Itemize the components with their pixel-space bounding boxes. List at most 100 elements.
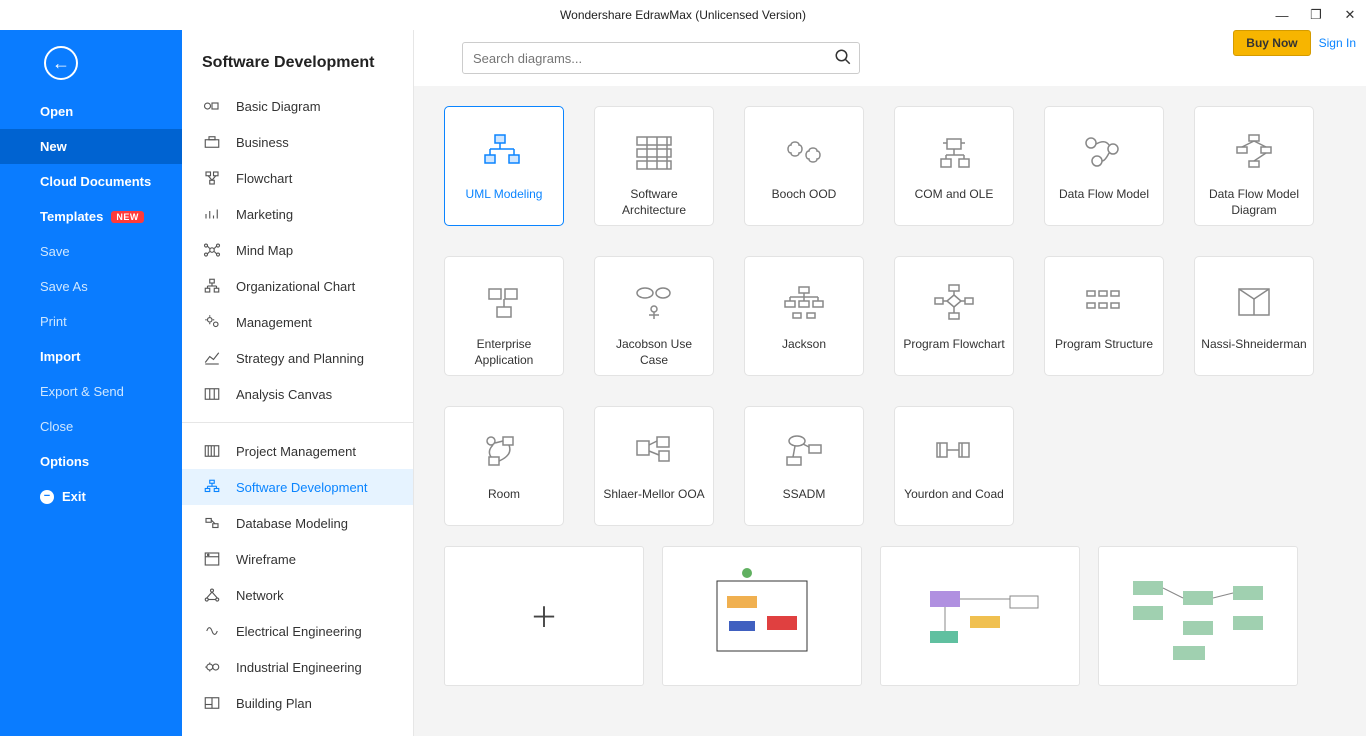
category-item-label: Mind Map: [236, 243, 293, 258]
template-card-enterprise-application[interactable]: Enterprise Application: [444, 256, 564, 376]
template-card-software-architecture[interactable]: Software Architecture: [594, 106, 714, 226]
template-card-data-flow-model-diagram[interactable]: Data Flow Model Diagram: [1194, 106, 1314, 226]
nav-item-options[interactable]: Options: [0, 444, 182, 479]
category-item-electrical-engineering[interactable]: Electrical Engineering: [182, 613, 413, 649]
template-card-uml-modeling[interactable]: UML Modeling: [444, 106, 564, 226]
category-panel: Software Development Basic Diagram Busine…: [182, 30, 414, 736]
category-item-database-modeling[interactable]: Database Modeling: [182, 505, 413, 541]
category-item-label: Project Management: [236, 444, 356, 459]
category-item-label: Strategy and Planning: [236, 351, 364, 366]
template-card-label: Room: [482, 487, 526, 503]
pstruct-icon: [1079, 277, 1129, 327]
com-icon: [929, 127, 979, 177]
category-item-wireframe[interactable]: Wireframe: [182, 541, 413, 577]
search-input[interactable]: [462, 42, 860, 74]
business-icon: [202, 132, 222, 152]
category-item-label: Industrial Engineering: [236, 660, 362, 675]
category-item-management[interactable]: Management: [182, 304, 413, 340]
new-badge: NEW: [111, 211, 144, 223]
category-item-analysis-canvas[interactable]: Analysis Canvas: [182, 376, 413, 412]
category-item-label: Basic Diagram: [236, 99, 321, 114]
template-card-shlaer-mellor-ooa[interactable]: Shlaer-Mellor OOA: [594, 406, 714, 526]
template-card-label: Yourdon and Coad: [898, 487, 1010, 503]
template-card-label: Program Structure: [1049, 337, 1159, 353]
category-item-strategy-and-planning[interactable]: Strategy and Planning: [182, 340, 413, 376]
template-card-com-and-ole[interactable]: COM and OLE: [894, 106, 1014, 226]
category-item-industrial-engineering[interactable]: Industrial Engineering: [182, 649, 413, 685]
template-card-program-structure[interactable]: Program Structure: [1044, 256, 1164, 376]
template-card-label: UML Modeling: [460, 187, 549, 203]
template-card-label: Enterprise Application: [445, 337, 563, 368]
category-divider: [182, 422, 413, 423]
back-button[interactable]: [44, 46, 78, 80]
category-header: Software Development: [182, 30, 413, 88]
titlebar: Wondershare EdrawMax (Unlicensed Version…: [0, 0, 1366, 30]
exit-icon: −: [40, 490, 54, 504]
nav-item-cloud-documents[interactable]: Cloud Documents: [0, 164, 182, 199]
category-item-label: Business: [236, 135, 289, 150]
category-item-label: Network: [236, 588, 284, 603]
template-card-nassi-shneiderman[interactable]: Nassi-Shneiderman: [1194, 256, 1314, 376]
category-item-organizational-chart[interactable]: Organizational Chart: [182, 268, 413, 304]
category-item-business[interactable]: Business: [182, 124, 413, 160]
nav-item-import[interactable]: Import: [0, 339, 182, 374]
template-card-room[interactable]: Room: [444, 406, 564, 526]
template-card-yourdon-and-coad[interactable]: Yourdon and Coad: [894, 406, 1014, 526]
example-template-card[interactable]: [880, 546, 1080, 686]
template-card-booch-ood[interactable]: Booch OOD: [744, 106, 864, 226]
category-item-software-development[interactable]: Software Development: [182, 469, 413, 505]
blank-template-card[interactable]: ＋: [444, 546, 644, 686]
nav-item-save[interactable]: Save: [0, 234, 182, 269]
category-item-flowchart[interactable]: Flowchart: [182, 160, 413, 196]
category-item-label: Marketing: [236, 207, 293, 222]
template-card-data-flow-model[interactable]: Data Flow Model: [1044, 106, 1164, 226]
search-box: [462, 42, 860, 74]
category-item-building-plan[interactable]: Building Plan: [182, 685, 413, 721]
close-button[interactable]: ✕: [1340, 7, 1360, 23]
nav-item-export-send[interactable]: Export & Send: [0, 374, 182, 409]
category-item-label: Flowchart: [236, 171, 292, 186]
nav-item-close[interactable]: Close: [0, 409, 182, 444]
category-item-project-management[interactable]: Project Management: [182, 433, 413, 469]
nav-item-label: Templates: [40, 209, 103, 224]
example-template-card[interactable]: [1098, 546, 1298, 686]
category-item-network[interactable]: Network: [182, 577, 413, 613]
mindmap-icon: [202, 240, 222, 260]
buy-now-button[interactable]: Buy Now: [1233, 30, 1310, 56]
minimize-button[interactable]: —: [1272, 8, 1292, 23]
topbar-right: Buy Now Sign In: [1233, 30, 1356, 56]
template-card-label: Software Architecture: [595, 187, 713, 218]
nav-item-label: Save: [40, 244, 70, 259]
content-topstrip: [414, 30, 1366, 86]
category-item-mind-map[interactable]: Mind Map: [182, 232, 413, 268]
nav-item-print[interactable]: Print: [0, 304, 182, 339]
template-card-program-flowchart[interactable]: Program Flowchart: [894, 256, 1014, 376]
template-card-label: COM and OLE: [909, 187, 1000, 203]
nav-item-label: Close: [40, 419, 73, 434]
template-card-ssadm[interactable]: SSADM: [744, 406, 864, 526]
nav-item-label: Export & Send: [40, 384, 124, 399]
maximize-button[interactable]: ❐: [1306, 7, 1326, 23]
template-grid: UML Modeling Software Architecture Booch O…: [414, 86, 1366, 546]
content-area: UML Modeling Software Architecture Booch O…: [414, 30, 1366, 736]
taskbar-fragment: [0, 727, 60, 733]
project-icon: [202, 441, 222, 461]
wireframe-icon: [202, 549, 222, 569]
search-icon[interactable]: [834, 48, 852, 71]
nav-item-open[interactable]: Open: [0, 94, 182, 129]
category-item-label: Organizational Chart: [236, 279, 355, 294]
example-template-card[interactable]: [662, 546, 862, 686]
category-item-basic-diagram[interactable]: Basic Diagram: [182, 88, 413, 124]
building-icon: [202, 693, 222, 713]
nav-item-templates[interactable]: Templates NEW: [0, 199, 182, 234]
software-icon: [202, 477, 222, 497]
nav-item-exit[interactable]: −Exit: [0, 479, 182, 514]
category-item-marketing[interactable]: Marketing: [182, 196, 413, 232]
nav-item-label: Print: [40, 314, 67, 329]
nav-item-save-as[interactable]: Save As: [0, 269, 182, 304]
sign-in-link[interactable]: Sign In: [1319, 36, 1356, 50]
template-card-jacobson-use-case[interactable]: Jacobson Use Case: [594, 256, 714, 376]
pflow-icon: [929, 277, 979, 327]
template-card-jackson[interactable]: Jackson: [744, 256, 864, 376]
nav-item-new[interactable]: New: [0, 129, 182, 164]
